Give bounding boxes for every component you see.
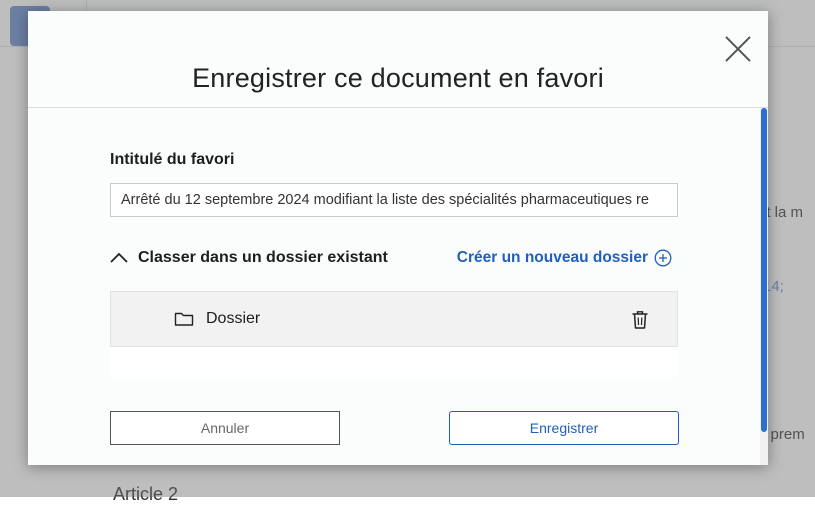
dialog-header: Enregistrer ce document en favori <box>28 11 768 108</box>
bookmark-dialog: Enregistrer ce document en favori Intitu… <box>28 11 768 465</box>
plus-circle-icon <box>654 249 672 267</box>
trash-icon[interactable] <box>631 310 649 330</box>
scrollbar-thumb[interactable] <box>761 108 767 432</box>
dialog-title: Enregistrer ce document en favori <box>28 63 768 94</box>
create-folder-label: Créer un nouveau dossier <box>457 249 648 267</box>
folder-list-spacer <box>110 347 678 377</box>
bookmark-title-label: Intitulé du favori <box>110 151 234 169</box>
close-icon[interactable] <box>724 35 752 63</box>
bookmark-title-input[interactable] <box>110 183 678 217</box>
cancel-button[interactable]: Annuler <box>110 411 340 445</box>
folder-name: Dossier <box>206 310 260 328</box>
folder-icon <box>174 311 194 327</box>
existing-folder-toggle[interactable]: Classer dans un dossier existant <box>110 247 388 269</box>
save-button[interactable]: Enregistrer <box>449 411 679 445</box>
existing-folder-label: Classer dans un dossier existant <box>138 249 388 267</box>
create-folder-link[interactable]: Créer un nouveau dossier <box>457 247 672 269</box>
folder-list-item[interactable]: Dossier <box>110 291 678 347</box>
chevron-up-icon <box>110 252 128 264</box>
